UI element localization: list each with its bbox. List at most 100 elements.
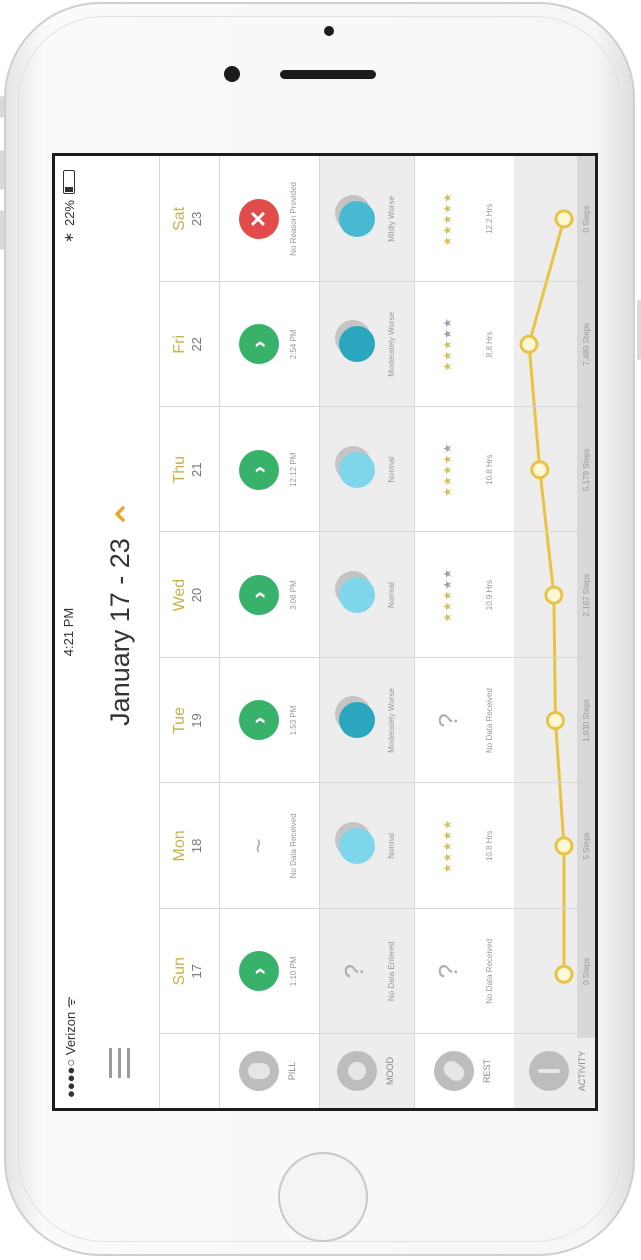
mood-face-icon[interactable] bbox=[339, 577, 375, 614]
pill-status-text: 1:53 PM bbox=[289, 705, 298, 736]
column-divider bbox=[159, 1033, 595, 1034]
mood-face-icon[interactable] bbox=[339, 827, 375, 864]
mood-status-text: Normal bbox=[387, 582, 396, 608]
rest-status-text: 10.8 Hrs bbox=[485, 454, 494, 485]
proximity-sensor bbox=[324, 26, 334, 36]
status-bar: ●●●●○ Verizon ᯤ 4:21 PM ∗ 22% bbox=[55, 156, 81, 1108]
rest-status-text: 10.8 Hrs bbox=[485, 830, 494, 862]
pill-status-text: No Data Received bbox=[289, 813, 298, 879]
column-divider bbox=[159, 907, 595, 909]
check-glyph: › bbox=[246, 466, 271, 474]
rest-status-text: 12.2 Hrs bbox=[485, 203, 494, 235]
earpiece-speaker bbox=[280, 70, 376, 79]
weekly-grid: PILL MOOD REST ACTIVITY Sun 17 › 1:10 PM? No… bbox=[159, 156, 595, 1108]
app-header: January 17 - 23 bbox=[81, 156, 159, 1108]
mood-face-icon[interactable] bbox=[339, 451, 375, 488]
day-name: Fri bbox=[171, 334, 188, 354]
missed-x-icon[interactable]: ✕ bbox=[239, 198, 279, 239]
pill-status-text: 1:10 PM bbox=[289, 956, 298, 987]
rest-stars: ★★★★★ bbox=[442, 442, 454, 497]
column-divider bbox=[159, 156, 595, 157]
day-name: Sun bbox=[171, 957, 188, 986]
mood-status-text: Normal bbox=[387, 456, 396, 483]
rest-status-text: 8.8 Hrs bbox=[485, 331, 494, 358]
activity-point[interactable] bbox=[544, 585, 564, 605]
home-button[interactable] bbox=[278, 1152, 368, 1242]
day-number: 19 bbox=[189, 713, 204, 728]
day-header[interactable]: Wed 20 bbox=[171, 555, 205, 635]
chevron-up-icon[interactable] bbox=[111, 505, 129, 523]
rest-stars: ★★★★★ bbox=[442, 818, 454, 874]
activity-steps-label: 0 Steps bbox=[582, 205, 591, 233]
activity-steps-label: 5 Steps bbox=[582, 832, 591, 860]
rest-stars: ★★★★★ bbox=[442, 567, 454, 623]
pill-status-text: No Reason Provided bbox=[289, 182, 298, 256]
rest-no-data-icon: ? bbox=[433, 713, 463, 728]
pill-status-text: 12:12 PM bbox=[289, 452, 298, 487]
day-header[interactable]: Mon 18 bbox=[171, 806, 205, 886]
check-glyph: › bbox=[246, 340, 271, 348]
pill-status-text: 3:08 PM bbox=[289, 580, 298, 611]
activity-steps-label: 1,830 Steps bbox=[582, 699, 591, 742]
day-name: Wed bbox=[171, 578, 188, 612]
activity-steps-label: 7,489 Steps bbox=[582, 322, 591, 366]
x-glyph: ✕ bbox=[246, 209, 271, 229]
status-right: ∗ 22% bbox=[61, 170, 77, 243]
pill-no-data-icon: ~ bbox=[243, 838, 273, 854]
rest-status-text: No Data Received bbox=[485, 688, 494, 753]
day-header[interactable]: Sat 23 bbox=[171, 179, 205, 259]
activity-point[interactable] bbox=[545, 711, 565, 730]
column-divider bbox=[159, 782, 595, 784]
activity-steps-label: 0 Steps bbox=[582, 957, 591, 985]
rest-status-text: No Data Received bbox=[485, 938, 494, 1004]
taken-check-icon[interactable]: › bbox=[239, 449, 279, 490]
bluetooth-icon: ∗ bbox=[61, 232, 76, 243]
day-number: 22 bbox=[189, 337, 204, 352]
clock: 4:21 PM bbox=[61, 607, 76, 657]
day-header[interactable]: Tue 19 bbox=[171, 681, 205, 761]
column-divider bbox=[159, 280, 595, 282]
mood-status-text: Moderately Worse bbox=[387, 311, 396, 377]
activity-point[interactable] bbox=[554, 836, 574, 856]
day-number: 21 bbox=[189, 462, 204, 477]
battery-percent: 22% bbox=[61, 200, 77, 227]
week-title: January 17 - 23 bbox=[105, 538, 135, 726]
rest-no-data-icon: ? bbox=[433, 964, 463, 979]
column-divider bbox=[159, 531, 595, 533]
mood-status-text: No Data Entered bbox=[387, 941, 396, 1002]
power-button bbox=[0, 96, 4, 118]
day-name: Thu bbox=[171, 455, 188, 484]
front-camera bbox=[224, 66, 240, 82]
activity-point[interactable] bbox=[519, 334, 539, 354]
check-glyph: › bbox=[246, 716, 271, 725]
activity-point[interactable] bbox=[530, 460, 550, 480]
activity-point[interactable] bbox=[554, 964, 574, 984]
taken-check-icon[interactable]: › bbox=[239, 951, 279, 992]
column-divider bbox=[159, 406, 595, 407]
volume-down-button bbox=[0, 210, 4, 250]
pill-status-text: 2:54 PM bbox=[289, 329, 298, 360]
day-name: Mon bbox=[171, 830, 188, 862]
day-header[interactable]: Sun 17 bbox=[171, 931, 205, 1011]
day-header[interactable]: Thu 21 bbox=[171, 430, 205, 510]
day-header[interactable]: Fri 22 bbox=[171, 304, 205, 384]
rest-stars: ★★★★★ bbox=[442, 317, 454, 372]
activity-point[interactable] bbox=[554, 209, 574, 229]
day-number: 18 bbox=[189, 838, 204, 854]
landscape-app: ●●●●○ Verizon ᯤ 4:21 PM ∗ 22% January 17… bbox=[55, 156, 595, 1108]
day-name: Sat bbox=[171, 206, 188, 231]
battery-icon bbox=[63, 170, 75, 194]
mood-face-icon[interactable] bbox=[339, 200, 375, 237]
taken-check-icon[interactable]: › bbox=[239, 324, 279, 365]
rest-status-text: 10.9 Hrs bbox=[485, 580, 494, 611]
mood-status-text: Moderately Worse bbox=[387, 688, 396, 753]
volume-up-button bbox=[0, 150, 4, 190]
check-glyph: › bbox=[246, 967, 271, 975]
check-glyph: › bbox=[246, 591, 271, 599]
taken-check-icon[interactable]: › bbox=[239, 575, 279, 616]
day-number: 17 bbox=[189, 964, 204, 979]
day-name: Tue bbox=[171, 707, 188, 734]
mood-status-text: Normal bbox=[387, 833, 396, 859]
taken-check-icon[interactable]: › bbox=[239, 700, 279, 741]
day-number: 20 bbox=[189, 587, 204, 603]
